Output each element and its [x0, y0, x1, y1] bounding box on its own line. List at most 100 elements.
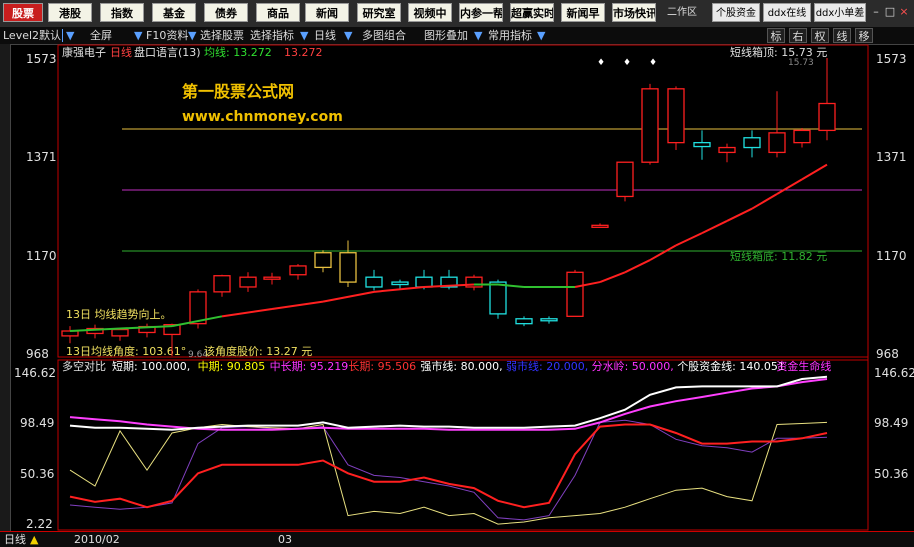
menu-commodity[interactable]: 商品 [256, 3, 300, 22]
menu-fund[interactable]: 基金 [152, 3, 196, 22]
right-button[interactable]: 右 [789, 28, 807, 43]
overlay-button[interactable]: 图形叠加 [424, 28, 468, 43]
candle-body [616, 161, 634, 198]
mark-button[interactable]: 标 [767, 28, 785, 43]
candle-body [263, 276, 281, 280]
left-sidebar[interactable] [0, 44, 11, 532]
chevron-down-icon[interactable]: ▼ [537, 28, 545, 43]
legend-item: 个股资金线: 140.051 [677, 359, 785, 373]
ma-line-segment [171, 315, 223, 328]
rights-button[interactable]: 权 [811, 28, 829, 43]
ma-line-segment [497, 283, 525, 288]
menu-super[interactable]: 超赢实时 [510, 3, 554, 22]
ma-line-segment [649, 244, 677, 261]
sub-line-yellow [69, 421, 828, 525]
kline-chart[interactable]: 康强电子 日线 盘口语言(13) 均线: 13.272 13.272 第一股票公… [0, 0, 914, 546]
fullscreen-button[interactable]: 全屏 [90, 28, 112, 43]
candle-body [339, 252, 357, 283]
top-markers-group: ♦ ♦ ♦ [597, 58, 657, 68]
period-tag: 日线 [110, 45, 132, 59]
menu-index[interactable]: 指数 [100, 3, 144, 22]
period-tab[interactable]: 日线 [4, 532, 26, 547]
menu-ddx-online[interactable]: ddx在线 [763, 3, 811, 22]
candle-body [489, 281, 507, 315]
ma-line-segment [599, 271, 626, 284]
sub-left-tick: 50.36 [20, 467, 54, 481]
menu-video[interactable]: 视频中 [408, 3, 452, 22]
move-button[interactable]: 移 [855, 28, 873, 43]
menu-research[interactable]: 研究室 [357, 3, 401, 22]
ma-line-segment [624, 259, 651, 274]
candle-body [239, 276, 257, 288]
legend-item: 分水岭: 50.000, [592, 359, 674, 373]
sub-chart-frame [57, 359, 869, 531]
maximize-icon[interactable]: □ [884, 6, 896, 18]
ma-trend-label: 13日 均线趋势向上。 [66, 307, 172, 321]
menu-morning-news[interactable]: 新闻早 [561, 3, 605, 22]
candle-body [365, 276, 383, 288]
left-axis-tick: 968 [26, 347, 49, 361]
sub-title: 多空对比 [62, 359, 106, 373]
ma-line-segment [119, 325, 173, 330]
f10-button[interactable]: F10资料 [146, 28, 188, 43]
ma-line-segment [751, 193, 778, 210]
triangle-icon[interactable]: ▲ [30, 532, 38, 547]
ma-extra: 13.272 [284, 46, 323, 59]
chevron-down-icon[interactable]: ▼ [188, 28, 196, 43]
diamond-marker-icon: ♦ [649, 58, 657, 68]
menu-bond[interactable]: 债券 [204, 3, 248, 22]
left-axis-tick: 1371 [26, 150, 57, 164]
sub-left-tick: 146.62 [14, 366, 56, 380]
menu-ddx-small[interactable]: ddx小单差 [814, 3, 866, 22]
period-button[interactable]: 日线 [314, 28, 336, 43]
candle-body [743, 137, 761, 149]
candle-body [540, 318, 558, 322]
line-button[interactable]: 线 [833, 28, 851, 43]
ma-line-segment [322, 290, 375, 303]
candle-body [566, 271, 584, 317]
chevron-down-icon[interactable]: ▼ [474, 28, 482, 43]
ma-angle-label: 13日均线角度: 103.61° [66, 344, 186, 358]
menu-workspace[interactable]: 二作区 [660, 3, 704, 22]
select-indicator-button[interactable]: 选择指标 [250, 28, 294, 43]
select-stock-button[interactable]: 选择股票 [200, 28, 244, 43]
short-top-label: 短线箱顶: 15.73 元 [730, 45, 827, 59]
short-bottom-label: 短线箱底: 11.82 元 [730, 249, 827, 263]
ma-line-segment [423, 283, 475, 288]
candle-body [818, 102, 836, 132]
close-icon[interactable]: × [898, 6, 910, 18]
menu-stock-fund[interactable]: 个股资金 [712, 3, 760, 22]
menu-insider[interactable]: 内参一帮 [459, 3, 503, 22]
candle-body [163, 323, 181, 336]
candle-body [415, 276, 433, 288]
menu-news[interactable]: 新闻 [305, 3, 349, 22]
candle-body [793, 129, 811, 144]
multi-chart-button[interactable]: 多图组合 [362, 28, 406, 43]
candle-body [641, 88, 659, 163]
chevron-down-icon[interactable]: ▼ [66, 28, 74, 43]
menu-market-flash[interactable]: 市场快讯 [612, 3, 656, 22]
menu-stock[interactable]: 股票 [3, 3, 43, 22]
ma-line-segment [373, 285, 425, 293]
candle-body [515, 318, 533, 325]
candle-body [465, 276, 483, 288]
legend-item: 弱市线: 20.000, [506, 359, 588, 373]
candle-body [61, 330, 79, 337]
chevron-down-icon[interactable]: ▼ [300, 28, 308, 43]
ma-line-group [69, 163, 828, 333]
ma-label: 均线: 13.272 [204, 45, 272, 59]
level2-select[interactable]: Level2默认 [3, 28, 61, 43]
diamond-marker-icon: ♦ [623, 58, 631, 68]
chevron-down-icon[interactable]: ▼ [134, 28, 142, 43]
main-chart-frame [57, 44, 869, 358]
chevron-down-icon[interactable]: ▼ [344, 28, 352, 43]
common-indicator-button[interactable]: 常用指标 [488, 28, 532, 43]
sub-line-purple [69, 419, 828, 521]
menu-hk[interactable]: 港股 [48, 3, 92, 22]
minimize-icon[interactable]: – [870, 6, 882, 18]
candle-body [440, 276, 458, 288]
watermark-url: www.chnmoney.com [182, 109, 343, 125]
legend-item: 中长期: 95.219 [270, 360, 349, 373]
date-label: 2010/02 [74, 533, 120, 546]
candle-body [86, 327, 104, 335]
